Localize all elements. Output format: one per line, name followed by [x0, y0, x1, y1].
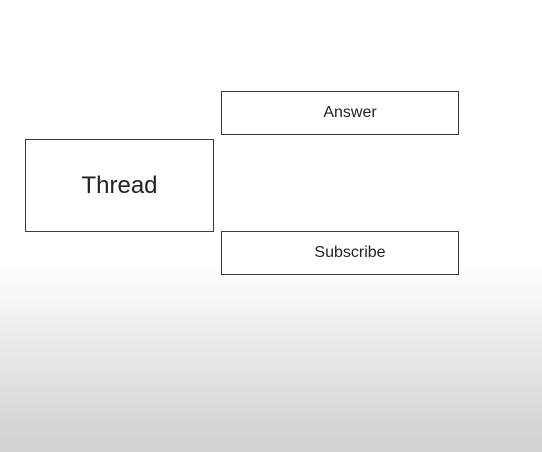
answer-node-label: Answer — [323, 104, 377, 121]
subscribe-node-label: Subscribe — [314, 244, 386, 261]
thread-node: Thread — [25, 139, 214, 232]
thread-node-label: Thread — [81, 171, 158, 199]
subscribe-node: Subscribe — [221, 231, 459, 275]
answer-node: Answer — [221, 91, 459, 135]
